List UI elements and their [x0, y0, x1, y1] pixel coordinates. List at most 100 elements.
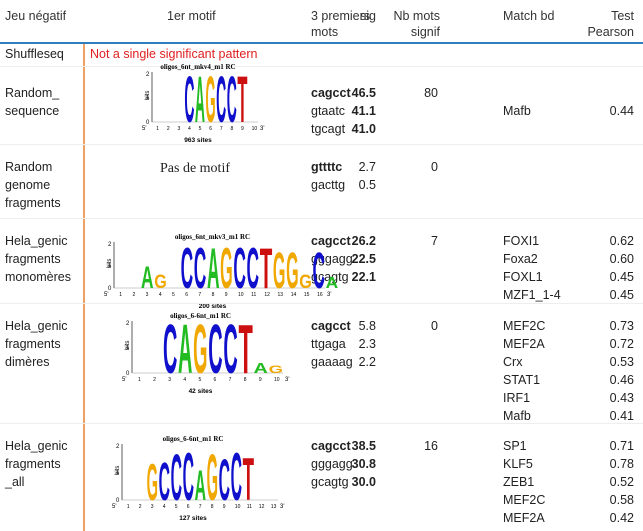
svg-text:3: 3 — [177, 126, 180, 132]
logo-sites: 963 sites — [184, 137, 212, 144]
match-name: Crx — [503, 355, 523, 369]
logo-letter: G — [220, 237, 233, 301]
logo-letter: A — [141, 259, 154, 295]
match-name: MEF2A — [503, 337, 545, 351]
sig-value: 22.1 — [351, 270, 376, 284]
logo-letter: C — [163, 310, 177, 388]
svg-text:2: 2 — [132, 292, 135, 298]
top-word: tgcagt — [311, 122, 346, 136]
sig-value: 22.5 — [351, 252, 376, 266]
logo-letter: G — [207, 441, 218, 515]
logo-letter: T — [238, 310, 252, 388]
row-name: fragments — [5, 337, 61, 351]
match-name: Mafb — [503, 104, 531, 118]
svg-text:12: 12 — [259, 504, 265, 510]
logo-letter: A — [178, 310, 192, 388]
logo-letter: A — [207, 237, 220, 301]
match-name: STAT1 — [503, 373, 541, 387]
row-name: Hela_genic — [5, 439, 68, 453]
sig-value: 46.5 — [351, 86, 376, 100]
header-divider — [0, 42, 643, 44]
sig-value: 2.2 — [358, 355, 376, 369]
pearson-value: 0.73 — [609, 319, 634, 333]
logo-letter: A — [195, 462, 206, 509]
nb-mots-signif: 0 — [431, 160, 438, 174]
sig-value: 2.3 — [358, 337, 376, 351]
nb-mots-signif: 7 — [431, 234, 438, 248]
svg-text:2: 2 — [116, 444, 120, 450]
row-divider — [0, 303, 643, 304]
row-name: Random — [5, 160, 53, 174]
sequence-logo: oligos_6-6nt_m1 RC012bits5' 3'1 2 3 4 5 6 7 8 9 10… — [122, 310, 289, 395]
pearson-value: 0.78 — [609, 457, 634, 471]
row-name: Hela_genic — [5, 319, 68, 333]
left-border — [83, 44, 85, 531]
svg-text:bits: bits — [107, 259, 113, 268]
match-name: KLF5 — [503, 457, 533, 471]
sequence-logo: oligos_6-6nt_m1 RC012bits5' 3'1 2 3 4 5 6 7 8 9 10… — [112, 435, 284, 522]
logo-letter: T — [260, 237, 273, 301]
row-name: dimères — [5, 355, 50, 369]
match-name: FOXI1 — [503, 234, 540, 248]
match-name: MEF2A — [503, 511, 545, 525]
svg-text:5': 5' — [142, 126, 146, 132]
svg-text:3': 3' — [260, 126, 264, 132]
row-name: sequence — [5, 104, 60, 118]
logo-letter: T — [243, 447, 254, 514]
match-name: Foxa2 — [503, 252, 538, 266]
match-name: ZEB1 — [503, 475, 535, 489]
sig-value: 41.0 — [351, 122, 376, 136]
svg-text:5': 5' — [112, 504, 116, 510]
logo-letter: G — [193, 310, 207, 388]
logo-letter: G — [147, 454, 158, 512]
top-word: gacttg — [311, 178, 346, 192]
svg-text:2: 2 — [126, 321, 130, 327]
row-name: monomères — [5, 270, 71, 284]
pearson-value: 0.72 — [609, 337, 634, 351]
nb-mots-signif: 80 — [424, 86, 438, 100]
header-nb-2: signif — [410, 25, 440, 39]
top-word: gttttc — [311, 160, 343, 174]
match-name: MZF1_1-4 — [503, 527, 561, 531]
match-name: MEF2C — [503, 319, 546, 333]
match-name: FOXL1 — [503, 270, 543, 284]
svg-text:bits: bits — [115, 466, 121, 475]
sig-value: 41.1 — [351, 104, 376, 118]
pearson-value: 0.45 — [609, 288, 634, 302]
svg-text:5: 5 — [172, 292, 175, 298]
logo-sites: 42 sites — [189, 388, 213, 395]
svg-text:2: 2 — [153, 377, 156, 383]
svg-text:2: 2 — [167, 126, 170, 132]
logo-letter: T — [237, 64, 247, 137]
row-divider — [0, 144, 643, 145]
svg-text:3': 3' — [327, 292, 331, 298]
match-name: MZF1_1-4 — [503, 288, 561, 302]
pearson-value: 0.42 — [609, 511, 634, 525]
match-name: IRF1 — [503, 391, 531, 405]
svg-text:2: 2 — [146, 72, 150, 78]
sig-value: 26.2 — [351, 234, 376, 248]
logo-letter: G — [269, 363, 283, 375]
svg-text:1: 1 — [119, 292, 122, 298]
logo-letter: C — [216, 64, 226, 137]
sig-value: 0.5 — [358, 178, 376, 192]
row-name: fragments — [5, 252, 61, 266]
top-word: cagcct — [311, 319, 351, 333]
logo-letter: C — [194, 237, 207, 301]
match-name: MEF2C — [503, 493, 546, 507]
logo-letter: G — [299, 272, 312, 293]
svg-text:13: 13 — [271, 504, 277, 510]
logo-letter: C — [227, 64, 237, 137]
sig-value: 30.8 — [351, 457, 376, 471]
motif-results-table: Jeu négatif 1er motif 3 premiers mots si… — [0, 0, 643, 531]
logo-letter: C — [233, 237, 246, 301]
logo-letter: A — [195, 64, 205, 137]
svg-text:3': 3' — [285, 377, 289, 383]
logo-letter: C — [312, 243, 325, 300]
row-divider — [0, 218, 643, 219]
logo-letter: C — [184, 64, 194, 137]
pearson-value: 0.43 — [609, 391, 634, 405]
match-name: SP1 — [503, 439, 527, 453]
logo-letter: A — [326, 274, 339, 292]
row-divider — [0, 66, 643, 67]
